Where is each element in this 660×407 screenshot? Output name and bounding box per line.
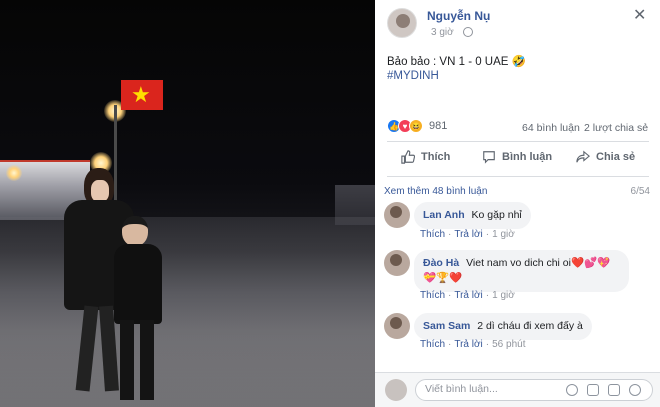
divider [387, 141, 649, 142]
comment-composer: Viết bình luận... [375, 372, 660, 407]
comment-meta: Thích · Trả lời · 1 giờ [420, 290, 515, 301]
globe-icon [463, 27, 473, 37]
share-button[interactable]: Chia sẻ [576, 150, 635, 164]
comment-icon [483, 151, 495, 164]
boy-figure [112, 216, 164, 404]
author-avatar[interactable] [387, 8, 417, 38]
photo-viewer: ★ Nguyễn Nụ 3 giờ ✕ Bảo bảo : VN 1 - 0 U… [0, 0, 660, 407]
comment-bubble: Sam Sam 2 dì cháu đi xem đấy à [414, 313, 592, 340]
comment-like-link[interactable]: Thích [420, 339, 445, 350]
comment-time[interactable]: 1 giờ [492, 229, 515, 240]
emoji-icon[interactable] [566, 384, 578, 396]
post-time[interactable]: 3 giờ [431, 27, 454, 38]
haha-reaction-icon: 😆 [409, 119, 423, 133]
comment-bubble: Đào Hà Viet nam vo dich chi oi❤️💕💖💝🏆❤️ [414, 250, 629, 292]
commenter-name[interactable]: Sam Sam [423, 320, 470, 332]
share-icon [576, 150, 590, 163]
comment-button[interactable]: Bình luận [482, 150, 552, 164]
comment-text: 2 dì cháu đi xem đấy à [477, 320, 583, 332]
like-icon [401, 150, 415, 164]
post-panel: Nguyễn Nụ 3 giờ ✕ Bảo bảo : VN 1 - 0 UAE… [375, 0, 660, 407]
street-light [6, 165, 22, 181]
view-more-comments[interactable]: Xem thêm 48 bình luận [384, 186, 487, 197]
comment-meta: Thích · Trả lời · 56 phút [420, 339, 526, 350]
comments-pager: 6/54 [630, 186, 650, 197]
reactions-summary[interactable]: 👍 ♥ 😆 981 [387, 119, 447, 133]
post-text: Bảo bảo : VN 1 - 0 UAE 🤣 [387, 56, 526, 68]
gif-icon[interactable] [608, 384, 620, 396]
comment-label: Bình luận [502, 151, 553, 163]
comment-reply-link[interactable]: Trả lời [454, 339, 482, 350]
post-hashtag[interactable]: #MYDINH [387, 70, 439, 82]
comment-text: Ko gặp nhỉ [471, 209, 522, 221]
like-label: Thích [421, 151, 451, 163]
comment-item: Đào Hà Viet nam vo dich chi oi❤️💕💖💝🏆❤️ T… [384, 250, 654, 305]
comment-reply-link[interactable]: Trả lời [454, 290, 482, 301]
vietnam-flag: ★ [121, 80, 163, 110]
ground [0, 217, 375, 407]
comment-time[interactable]: 56 phút [492, 339, 525, 350]
divider [387, 176, 649, 177]
comment-meta: Thích · Trả lời · 1 giờ [420, 229, 515, 240]
comment-bubble: Lan Anh Ko gặp nhỉ [414, 202, 531, 229]
comment-item: Sam Sam 2 dì cháu đi xem đấy à Thích · Trả… [384, 313, 654, 353]
comment-time[interactable]: 1 giờ [492, 290, 515, 301]
comment-like-link[interactable]: Thích [420, 290, 445, 301]
user-avatar [385, 379, 407, 401]
commenter-name[interactable]: Đào Hà [423, 257, 459, 269]
commenter-avatar[interactable] [384, 313, 410, 339]
commenter-name[interactable]: Lan Anh [423, 209, 465, 221]
share-label: Chia sẻ [596, 151, 636, 163]
comment-reply-link[interactable]: Trả lời [454, 229, 482, 240]
close-icon[interactable]: ✕ [633, 8, 646, 24]
commenter-avatar[interactable] [384, 250, 410, 276]
post-header: Nguyễn Nụ 3 giờ ✕ [375, 0, 660, 48]
camera-icon[interactable] [587, 384, 599, 396]
comments-count[interactable]: 64 bình luận [522, 122, 580, 134]
sticker-icon[interactable] [629, 384, 641, 396]
like-button[interactable]: Thích [401, 150, 450, 164]
reaction-count: 981 [429, 120, 448, 132]
comment-like-link[interactable]: Thích [420, 229, 445, 240]
comment-item: Lan Anh Ko gặp nhỉ Thích · Trả lời · 1 giờ [384, 202, 654, 242]
author-name[interactable]: Nguyễn Nụ [427, 9, 490, 23]
shares-count[interactable]: 2 lượt chia sẻ [584, 122, 648, 134]
commenter-avatar[interactable] [384, 202, 410, 228]
post-photo[interactable]: ★ [0, 0, 375, 407]
